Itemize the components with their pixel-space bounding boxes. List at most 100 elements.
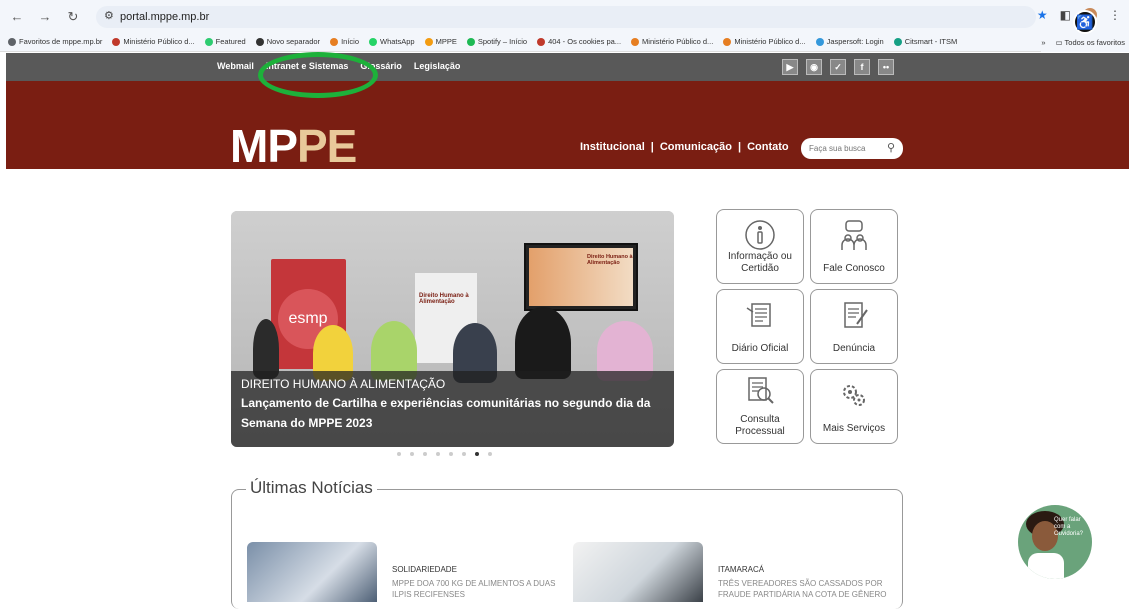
tile-label: Diário Oficial <box>731 343 789 354</box>
bookmark-item[interactable]: Ministério Público d... <box>112 37 195 46</box>
tile-denuncia[interactable]: Denúncia <box>810 289 898 364</box>
news-kicker[interactable]: ITAMARACÁ <box>718 565 764 574</box>
all-bookmarks-button[interactable]: ▭ Todos os favoritos <box>1056 38 1126 47</box>
tile-label: Mais Serviços <box>822 423 886 434</box>
tile-label: Denúncia <box>832 343 876 354</box>
social-icon[interactable]: ◉ <box>806 59 822 75</box>
chat-icon <box>811 218 897 258</box>
news-thumb[interactable] <box>573 542 703 602</box>
tile-mais-servicos[interactable]: Mais Serviços <box>810 369 898 444</box>
tile-fale-conosco[interactable]: Fale Conosco <box>810 209 898 284</box>
tile-informacao-certidao[interactable]: Informação ou Certidão <box>716 209 804 284</box>
sidepanel-icon[interactable]: ◧ <box>1060 8 1071 22</box>
bookmark-item[interactable]: Ministério Público d... <box>631 37 713 46</box>
main-nav: Institucional | Comunicação | Contato <box>580 141 789 153</box>
carousel-dot[interactable] <box>449 452 453 456</box>
bookmark-favicon-icon <box>893 37 902 46</box>
tv-screen: Direito Humano à Alimentação <box>524 243 638 311</box>
magnifier-document-icon <box>717 374 803 414</box>
bookmark-item[interactable]: Ministério Público d... <box>723 37 806 46</box>
bookmark-label: Novo separador <box>266 37 321 46</box>
menu-icon[interactable]: ⋮ <box>1109 8 1121 22</box>
bookmark-item[interactable]: Spotify – Início <box>466 37 527 46</box>
search-icon[interactable]: ⚲ <box>887 141 895 154</box>
bookmark-favicon-icon <box>330 37 339 46</box>
social-icon[interactable]: ✓ <box>830 59 846 75</box>
bookmarks-overflow: » ▭ Todos os favoritos <box>1041 32 1129 52</box>
social-links: ▶ ◉ ✓ f •• <box>782 59 894 75</box>
back-icon[interactable]: ← <box>10 9 24 25</box>
carousel-dot[interactable] <box>488 452 492 456</box>
bookmark-label: Ministério Público d... <box>642 37 714 46</box>
forward-icon[interactable]: → <box>38 9 52 25</box>
carousel-dot[interactable] <box>462 452 466 456</box>
bookmarks-bar: Favoritos de mppe.mp.br Ministério Públic… <box>0 32 1129 52</box>
mppe-logo[interactable]: MPPE <box>230 119 357 173</box>
event-banner-text: Direito Humano à Alimentação <box>419 293 469 305</box>
bookmark-label: 404 - Os cookies pa... <box>548 37 622 46</box>
caption-kicker: DIREITO HUMANO À ALIMENTAÇÃO <box>241 377 446 391</box>
news-kicker[interactable]: SOLIDARIEDADE <box>392 565 457 574</box>
carousel-dot[interactable] <box>423 452 427 456</box>
bookmark-label: Citsmart - ITSM <box>904 37 958 46</box>
bookmark-favicon-icon <box>723 37 732 46</box>
logo-pe: PE <box>297 120 357 172</box>
site-info-icon[interactable]: ⚙ <box>104 9 114 22</box>
social-icon[interactable]: ▶ <box>782 59 798 75</box>
caption-title[interactable]: Lançamento de Cartilha e experiências co… <box>241 393 664 433</box>
bookmark-item[interactable]: Favoritos de mppe.mp.br <box>8 37 102 46</box>
bookmark-favicon-icon <box>466 37 475 46</box>
ouvidoria-bubble: Quer falar com a Ouvidoria? <box>1054 517 1084 537</box>
all-bookmarks-label: Todos os favoritos <box>1064 37 1125 47</box>
tile-label: Consulta Processual <box>735 414 785 437</box>
social-icon[interactable]: •• <box>878 59 894 75</box>
tile-consulta-processual[interactable]: Consulta Processual <box>716 369 804 444</box>
bookmark-item[interactable]: Featured <box>204 37 246 46</box>
nav-link[interactable]: Contato <box>747 141 789 153</box>
search-input[interactable] <box>809 142 884 155</box>
top-link[interactable]: Legislação <box>414 61 461 71</box>
bookmark-item[interactable]: 404 - Os cookies pa... <box>537 37 621 46</box>
tile-diario-oficial[interactable]: Diário Oficial <box>716 289 804 364</box>
carousel-caption[interactable]: DIREITO HUMANO À ALIMENTAÇÃO Lançamento … <box>231 371 674 447</box>
bookmark-favicon-icon <box>424 37 433 46</box>
browser-toolbar: ← → ↻ ⌂ ⚙ portal.mppe.mp.br ★ ◧ ⋮ <box>0 0 1129 32</box>
bookmark-star-icon[interactable]: ★ <box>1037 8 1048 22</box>
site-top-bar: Webmail Intranet e Sistemas Glossário Legis… <box>6 53 1129 81</box>
reload-icon[interactable]: ↻ <box>66 9 80 25</box>
bookmark-item[interactable]: MPPE <box>424 37 457 46</box>
bookmark-label: Ministério Público d... <box>734 37 806 46</box>
caption-title-line1: Lançamento de Cartilha e experiências co… <box>241 396 651 410</box>
news-thumb[interactable] <box>247 542 377 602</box>
bookmark-label: WhatsApp <box>380 37 415 46</box>
browser-nav: ← → ↻ ⌂ <box>10 9 108 25</box>
bookmark-item[interactable]: Novo separador <box>255 37 321 46</box>
person-photo <box>253 319 279 379</box>
bookmark-item[interactable]: Citsmart - ITSM <box>893 37 958 46</box>
carousel-dot[interactable] <box>410 452 414 456</box>
bookmark-label: Jaspersoft: Login <box>826 37 884 46</box>
bookmark-favicon-icon <box>8 37 16 46</box>
carousel-dot[interactable] <box>436 452 440 456</box>
nav-link[interactable]: Institucional <box>580 141 645 153</box>
gears-icon <box>811 378 897 418</box>
bookmark-label: MPPE <box>435 37 457 46</box>
document-edit-icon <box>811 298 897 338</box>
bookmark-item[interactable]: Início <box>330 37 359 46</box>
bookmark-favicon-icon <box>369 37 377 46</box>
social-icon[interactable]: f <box>854 59 870 75</box>
url-text[interactable]: portal.mppe.mp.br <box>120 11 209 23</box>
address-bar[interactable]: ⚙ portal.mppe.mp.br <box>96 6 1036 28</box>
top-link[interactable]: Webmail <box>217 61 254 71</box>
bookmark-item[interactable]: WhatsApp <box>369 37 415 46</box>
accessibility-icon[interactable]: ♿ <box>1073 10 1097 34</box>
carousel-dot[interactable] <box>397 452 401 456</box>
nav-link[interactable]: Comunicação <box>660 141 732 153</box>
bookmark-favicon-icon <box>204 37 213 46</box>
bookmark-item[interactable]: Jaspersoft: Login <box>815 37 884 46</box>
ouvidoria-chat-button[interactable]: Quer falar com a Ouvidoria? <box>1018 505 1092 579</box>
more-bookmarks-button[interactable]: » <box>1041 38 1045 47</box>
news-carousel[interactable]: esmp Direito Humano à Alimentação Direit… <box>231 211 674 447</box>
search-box[interactable]: ⚲ <box>801 138 903 159</box>
carousel-dot[interactable] <box>475 452 479 456</box>
